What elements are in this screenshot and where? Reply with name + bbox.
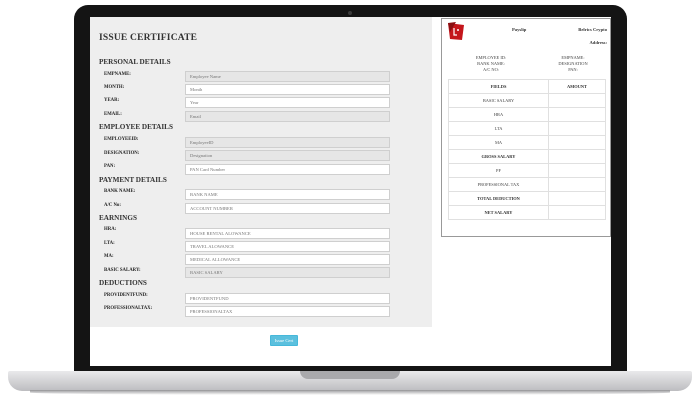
fields-header: FIELDS [448,79,549,94]
row-amount [548,93,606,108]
pan-input[interactable] [185,164,390,175]
professionaltax-label: PROFESSIONALTAX: [104,306,153,311]
row-amount [548,177,606,192]
bankname-label: BANK NAME: [104,189,136,194]
screen: ISSUE CERTIFICATE PERSONAL DETAILS EMPNA… [90,17,611,366]
row-amount [548,135,606,150]
employeeid-label: EMPLOYEEID: [104,137,139,142]
row-field: GROSS SALARY [448,149,549,164]
table-row: TOTAL DEDUCTION [448,191,606,206]
designation-input[interactable] [185,150,390,161]
empname-input[interactable] [185,71,390,82]
year-label: YEAR: [104,98,120,103]
bankname-input[interactable] [185,189,390,200]
basic-salary-label: BASIC SALARY: [104,268,141,273]
section-payment-details: PAYMENT DETAILS [99,176,167,184]
row-amount [548,149,606,164]
section-employee-details: EMPLOYEE DETAILS [99,123,173,131]
month-input[interactable] [185,84,390,95]
section-personal-details: PERSONAL DETAILS [99,58,171,66]
professionaltax-input[interactable] [185,306,390,317]
ma-label: MA: [104,254,114,259]
brand-logo-icon [448,22,464,40]
table-row: PROFESSIONAL TAX [448,177,606,192]
meta-bank-name: BANK NAME: [477,61,505,66]
email-label: EMAIL: [104,112,122,117]
lta-input[interactable] [185,241,390,252]
row-field: BASIC SALARY [448,93,549,108]
page-title: ISSUE CERTIFICATE [99,33,198,43]
hra-label: HRA: [104,227,117,232]
meta-account-no: A/C NO: [483,67,499,72]
ma-input[interactable] [185,254,390,265]
camera-icon [348,11,352,15]
meta-designation: DESIGNATION [558,61,588,66]
providentfund-label: PROVIDENTFUND: [104,293,148,298]
empname-label: EMPNAME: [104,72,131,77]
row-amount [548,107,606,122]
pan-label: PAN: [104,164,116,169]
table-row: BASIC SALARY [448,93,606,108]
laptop-shadow [30,390,670,395]
row-amount [548,191,606,206]
row-field: NET SALARY [448,205,549,220]
row-amount [548,205,606,220]
row-field: MA [448,135,549,150]
section-deductions: DEDUCTIONS [99,279,147,287]
acno-input[interactable] [185,203,390,214]
acno-label: A/C No: [104,203,121,208]
lta-label: LTA: [104,241,115,246]
certificate-form: ISSUE CERTIFICATE PERSONAL DETAILS EMPNA… [90,17,432,327]
year-input[interactable] [185,97,390,108]
payslip-title: Payslip [512,27,527,32]
row-field: PF [448,163,549,178]
hra-input[interactable] [185,228,390,239]
payslip-panel: Payslip Belrics Crypto Address: EMPLOYEE… [441,18,611,237]
row-field: HRA [448,107,549,122]
table-header-row: FIELDS AMOUNT [448,79,606,94]
company-name: Belrics Crypto [578,27,607,32]
meta-pan: PAN: [568,67,578,72]
table-row: MA [448,135,606,150]
row-amount [548,121,606,136]
section-earnings: EARNINGS [99,214,137,222]
row-field: LTA [448,121,549,136]
designation-label: DESIGNATION: [104,151,140,156]
address-label: Address: [589,40,607,45]
month-label: MONTH: [104,85,125,90]
basic-salary-input[interactable] [185,267,390,278]
laptop-notch [300,371,400,379]
row-amount [548,163,606,178]
table-row: LTA [448,121,606,136]
payslip-table: FIELDS AMOUNT BASIC SALARY HRA LTA MA GR… [448,79,606,220]
table-row: GROSS SALARY [448,149,606,164]
row-field: TOTAL DEDUCTION [448,191,549,206]
table-row: HRA [448,107,606,122]
meta-empname: EMPNAME: [561,55,585,60]
row-field: PROFESSIONAL TAX [448,177,549,192]
issue-cert-button[interactable]: Issue Cert [270,335,298,346]
email-input[interactable] [185,111,390,122]
meta-employee-id: EMPLOYEE ID: [475,55,507,60]
table-row: NET SALARY [448,205,606,220]
providentfund-input[interactable] [185,293,390,304]
table-row: PF [448,163,606,178]
amount-header: AMOUNT [548,79,606,94]
employeeid-input[interactable] [185,137,390,148]
